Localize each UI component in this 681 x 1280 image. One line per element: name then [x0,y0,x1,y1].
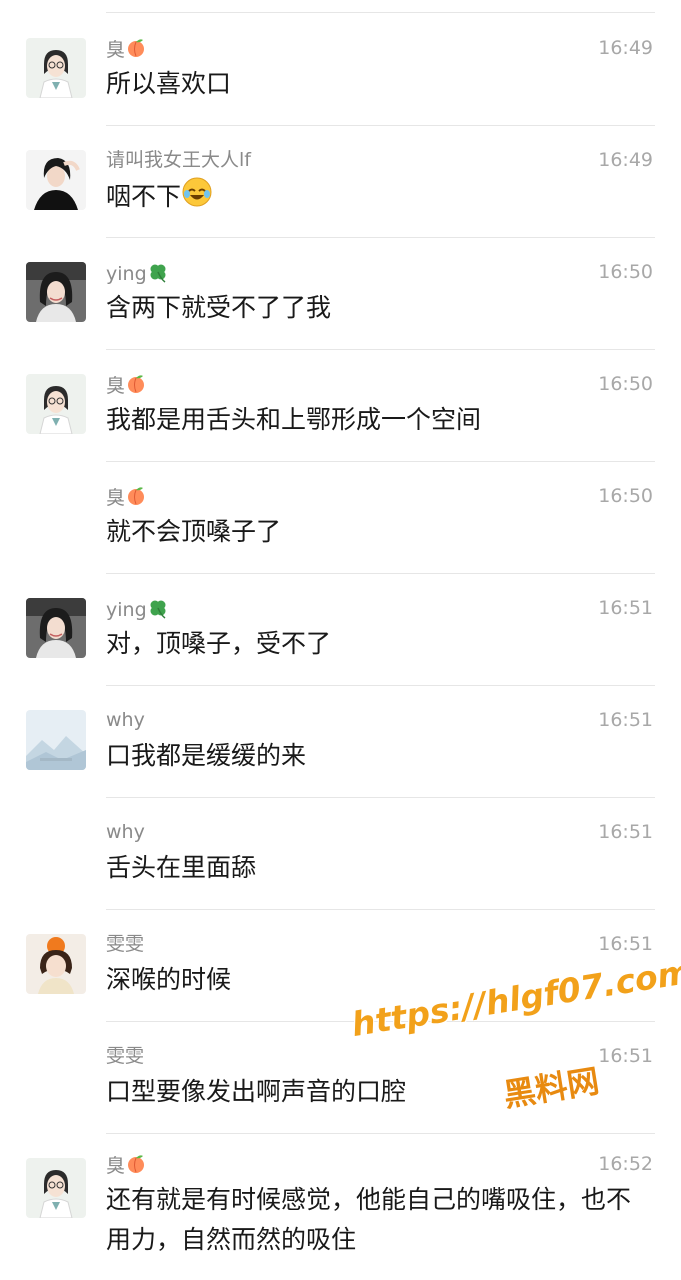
message-text[interactable]: 咽不下 [106,176,651,220]
divider [106,461,655,462]
sender-name: 臭 [106,485,147,512]
message-time: 16:50 [598,373,653,395]
message-text[interactable]: 深喉的时候 [106,960,651,1000]
message-time: 16:51 [598,709,653,731]
doctor-avatar-icon [26,374,86,434]
sender-name: 臭 [106,37,147,64]
girl-orange-avatar-icon [26,934,86,994]
doctor-avatar-icon [26,1158,86,1218]
clover-icon [147,261,169,288]
avatar[interactable] [26,1158,86,1218]
peach-icon [125,485,147,512]
message-time: 16:52 [598,1153,653,1175]
avatar[interactable] [26,38,86,98]
sender-name: ying [106,261,169,288]
message-time: 16:51 [598,821,653,843]
doctor-avatar-icon [26,38,86,98]
sender-name: why [106,709,145,731]
message-time: 16:49 [598,149,653,171]
woman-car-avatar-icon [26,262,86,322]
divider [106,797,655,798]
clover-icon [147,597,169,624]
message-time: 16:51 [598,1045,653,1067]
peach-icon [125,37,147,64]
avatar[interactable] [26,934,86,994]
message-text[interactable]: 口型要像发出啊声音的口腔 [106,1072,651,1112]
woman-dark-avatar-icon [26,150,86,210]
message-time: 16:50 [598,261,653,283]
divider [106,125,655,126]
message-text[interactable]: 口我都是缓缓的来 [106,736,651,776]
message-text[interactable]: 还有就是有时候感觉，他能自己的嘴吸住，也不用力，自然而然的吸住 [106,1180,651,1260]
landscape-avatar-icon [26,710,86,770]
avatar[interactable] [26,710,86,770]
message-time: 16:51 [598,597,653,619]
sender-name: why [106,821,145,843]
peach-icon [125,1153,147,1180]
message-text[interactable]: 所以喜欢口 [106,64,651,104]
sender-name: 雯雯 [106,933,145,955]
message-time: 16:50 [598,485,653,507]
message-time: 16:51 [598,933,653,955]
message-time: 16:49 [598,37,653,59]
divider [106,1021,655,1022]
rofl-emoji-icon [181,176,213,220]
avatar[interactable] [26,374,86,434]
divider [106,1133,655,1134]
message-text[interactable]: 含两下就受不了了我 [106,288,651,328]
message-text[interactable]: 对，顶嗓子，受不了 [106,624,651,664]
sender-name: 臭 [106,1153,147,1180]
message-text[interactable]: 舌头在里面舔 [106,848,651,888]
message-text[interactable]: 就不会顶嗓子了 [106,512,651,552]
avatar[interactable] [26,262,86,322]
message-text[interactable]: 我都是用舌头和上鄂形成一个空间 [106,400,651,440]
sender-name: 雯雯 [106,1045,145,1067]
sender-name: ying [106,597,169,624]
divider [106,573,655,574]
divider [106,237,655,238]
top-divider [106,12,655,13]
divider [106,685,655,686]
peach-icon [125,373,147,400]
woman-car-avatar-icon [26,598,86,658]
avatar[interactable] [26,150,86,210]
divider [106,349,655,350]
divider [106,909,655,910]
avatar[interactable] [26,598,86,658]
sender-name: 臭 [106,373,147,400]
sender-name: 请叫我女王大人lf [106,149,251,171]
